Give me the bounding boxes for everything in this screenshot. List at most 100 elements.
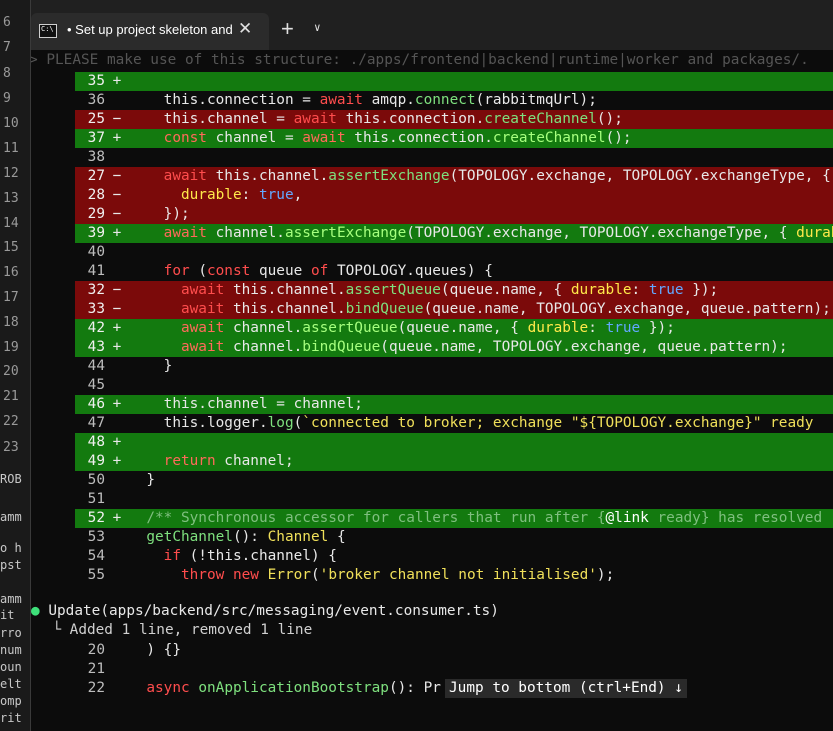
diff-marker: + [112,225,122,241]
line-number: 46 [87,396,105,412]
diff-line: 39 + await channel.assertExchange(TOPOLOG… [75,224,833,243]
close-icon[interactable]: ✕ [238,19,252,39]
new-tab-button[interactable]: + [281,16,294,42]
line-number: 41 [87,263,105,279]
code-text: getChannel(): Channel { [146,529,346,545]
diff-marker: + [112,339,122,355]
background-line-number: 12 [3,166,19,181]
diff-marker: + [112,434,122,450]
code-text: this.channel = await this.connection.cre… [129,111,623,127]
code-text: async onApplicationBootstrap(): Pr [146,680,441,696]
background-text-fragment: elt [0,677,22,691]
diff-line: 32− await this.channel.assertQueue(queue… [75,281,833,300]
terminal-window: • Set up project skeleton and ✕ + ∨ > PL… [30,0,833,731]
diff-line: 20 ) {} [75,641,833,660]
background-line-number: 18 [3,315,19,330]
code-text: if (!this.channel) { [163,548,337,564]
diff-marker: + [112,130,122,146]
diff-line: 27− await this.channel.assertExchange(TO… [75,167,833,186]
background-line-number: 15 [3,240,19,255]
diff-line: 25− this.channel = await this.connection… [75,110,833,129]
line-number: 25 [87,111,105,127]
line-number: 22 [87,680,105,696]
background-pane: 6 7 8 9 10 11 12 13 14 15 16 17 18 19 20 21 22 23 ROB amm o … [0,0,30,731]
background-text-fragment: amm [0,510,22,524]
diff-line: 51 [75,490,833,509]
line-number: 53 [87,529,105,545]
line-number: 52 [87,510,105,526]
diff-marker: − [112,206,122,222]
code-text: durable: true, [180,187,303,203]
line-number: 45 [87,377,105,393]
diff-line: 41 for (const queue of TOPOLOGY.queues) … [75,262,833,281]
background-line-number: 13 [3,191,19,206]
diff-line: 36 this.connection = await amqp.connect(… [75,91,833,110]
title-bar: • Set up project skeleton and ✕ + ∨ [31,0,833,50]
code-text: const channel = await this.connection.cr… [163,130,632,146]
diff-line: 38 [75,148,833,167]
background-line-number: 16 [3,265,19,280]
diff-line: 55 throw new Error('broker channel not i… [75,566,833,585]
diff-marker: + [112,396,122,412]
line-number: 51 [87,491,105,507]
background-line-number: 14 [3,216,19,231]
code-text: this.connection = await amqp.connect(rab… [129,92,597,108]
code-text: /** Synchronous accessor for callers tha… [129,510,823,526]
code-text: await channel.bindQueue(queue.name, TOPO… [180,339,788,355]
update-summary: └ Added 1 line, removed 1 line [35,622,313,638]
line-number: 37 [87,130,105,146]
diff-line: 47 this.logger.log(`connected to broker;… [75,414,833,433]
tab-active[interactable]: • Set up project skeleton and ✕ [31,13,269,50]
diff-line: 29− }); [75,205,833,224]
status-dot-icon: ● [31,603,40,619]
line-number: 29 [87,206,105,222]
background-line-number: 9 [3,91,11,106]
diff-line: 42 + await channel.assertQueue(queue.name… [75,319,833,338]
diff-marker: − [112,168,122,184]
background-line-number: 8 [3,66,11,81]
diff-line: 40 [75,243,833,262]
background-line-number: 20 [3,364,19,379]
code-text: ) {} [129,642,181,658]
diff-line: 54 if (!this.channel) { [75,547,833,566]
diff-line: 43 + await channel.bindQueue(queue.name, … [75,338,833,357]
diff-line: 49 + return channel; [75,452,833,471]
code-text: return channel; [163,453,294,469]
diff-line: 46 + this.channel = channel; [75,395,833,414]
diff-line: 53 getChannel(): Channel { [75,528,833,547]
code-text: } [129,358,173,374]
line-number: 50 [87,472,105,488]
terminal-icon [39,24,57,38]
background-line-number: 7 [3,40,11,55]
line-number: 27 [87,168,105,184]
prompt-text: > PLEASE make use of this structure: ./a… [31,52,809,68]
line-number: 55 [87,567,105,583]
diff-marker: − [112,187,122,203]
terminal-content[interactable]: > PLEASE make use of this structure: ./a… [31,50,833,731]
diff-line: 33− await this.channel.bindQueue(queue.n… [75,300,833,319]
tab-title: • Set up project skeleton and [67,22,233,37]
background-text-fragment: ROB [0,472,22,486]
line-number: 44 [87,358,105,374]
background-line-number: 21 [3,389,19,404]
diff-line: 50 } [75,471,833,490]
background-line-number: 23 [3,440,19,455]
diff-line: 28− durable: true, [75,186,833,205]
background-text-fragment: rit [0,711,22,725]
diff-marker: − [112,111,122,127]
background-line-number: 22 [3,414,19,429]
diff-line: 21 [75,660,833,679]
diff-line: 48 + [75,433,833,452]
code-text: this.channel = channel; [129,396,363,412]
line-number: 54 [87,548,105,564]
code-text: await channel.assertExchange(TOPOLOGY.ex… [163,225,833,241]
diff-marker: + [112,510,122,526]
chevron-down-icon[interactable]: ∨ [314,21,321,34]
diff-line: 44 } [75,357,833,376]
line-number: 42 [87,320,105,336]
diff-marker: + [112,453,122,469]
jump-to-bottom-button[interactable]: Jump to bottom (ctrl+End) ↓ [445,679,687,698]
background-text-fragment: it [0,608,15,622]
background-text-fragment: num [0,643,22,657]
line-number: 28 [87,187,105,203]
